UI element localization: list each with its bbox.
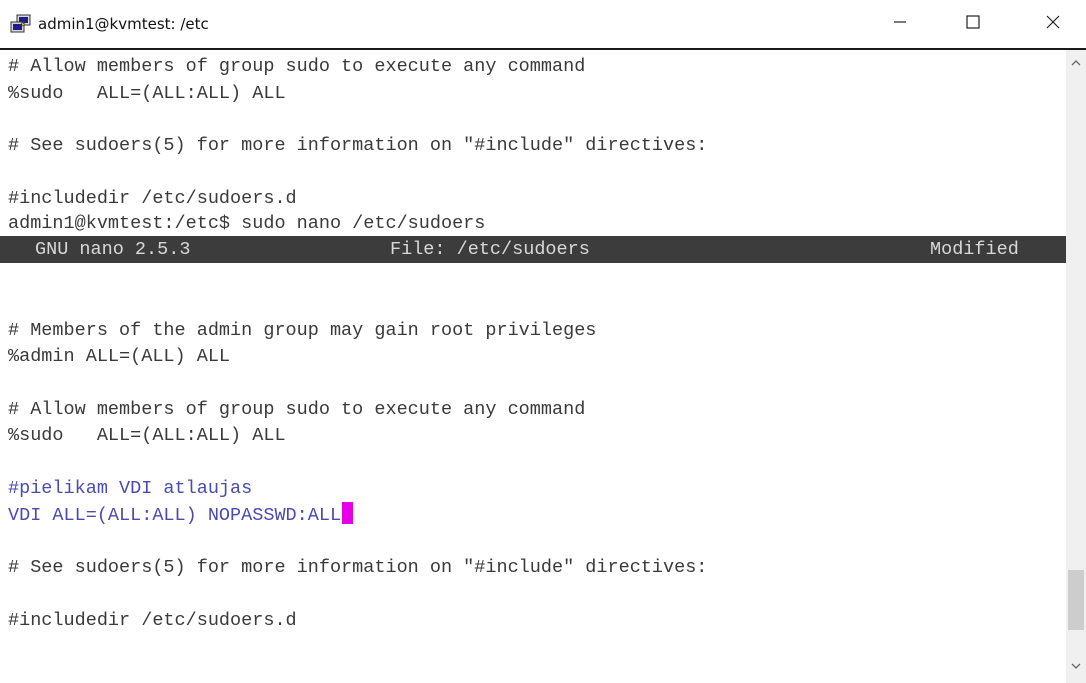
- window-titlebar[interactable]: admin1@kvmtest: /etc: [0, 0, 1086, 50]
- editor-line-highlight: VDI ALL=(ALL:ALL) NOPASSWD:ALL: [8, 502, 354, 528]
- window-title: admin1@kvmtest: /etc: [38, 15, 209, 33]
- editor-line-highlight: #pielikam VDI atlaujas: [8, 478, 253, 499]
- text-cursor: [342, 502, 354, 524]
- maximize-button[interactable]: [945, 0, 1001, 48]
- editor-line: %admin ALL=(ALL) ALL: [8, 346, 231, 367]
- nano-version: GNU nano 2.5.3: [35, 239, 191, 260]
- terminal-line: # See sudoers(5) for more information on…: [8, 135, 708, 156]
- terminal-line: %sudo ALL=(ALL:ALL) ALL: [8, 83, 286, 104]
- editor-line-text: VDI ALL=(ALL:ALL) NOPASSWD:ALL: [8, 505, 342, 526]
- editor-line: # See sudoers(5) for more information on…: [8, 557, 708, 578]
- nano-title-bar: GNU nano 2.5.3 File: /etc/sudoers Modifi…: [0, 236, 1066, 263]
- editor-line: %sudo ALL=(ALL:ALL) ALL: [8, 425, 286, 446]
- vertical-scrollbar[interactable]: [1066, 50, 1086, 683]
- editor-line: # Allow members of group sudo to execute…: [8, 399, 586, 420]
- close-button[interactable]: [1025, 0, 1081, 48]
- nano-file-name: File: /etc/sudoers: [390, 239, 590, 260]
- terminal-area[interactable]: # Allow members of group sudo to execute…: [0, 50, 1066, 683]
- minimize-button[interactable]: [872, 0, 928, 48]
- terminal-line: #includedir /etc/sudoers.d: [8, 188, 297, 209]
- scrollbar-thumb[interactable]: [1068, 570, 1084, 630]
- scroll-up-icon[interactable]: [1066, 58, 1086, 76]
- nano-modified-status: Modified: [930, 239, 1019, 260]
- shell-prompt-line: admin1@kvmtest:/etc$ sudo nano /etc/sudo…: [8, 213, 486, 234]
- minimize-icon: [893, 15, 907, 34]
- scroll-down-icon[interactable]: [1066, 661, 1086, 679]
- terminal-line: # Allow members of group sudo to execute…: [8, 56, 586, 77]
- editor-line: # Members of the admin group may gain ro…: [8, 320, 597, 341]
- maximize-icon: [966, 14, 980, 34]
- editor-line: #includedir /etc/sudoers.d: [8, 610, 297, 631]
- close-icon: [1046, 15, 1060, 34]
- putty-icon: [10, 14, 32, 34]
